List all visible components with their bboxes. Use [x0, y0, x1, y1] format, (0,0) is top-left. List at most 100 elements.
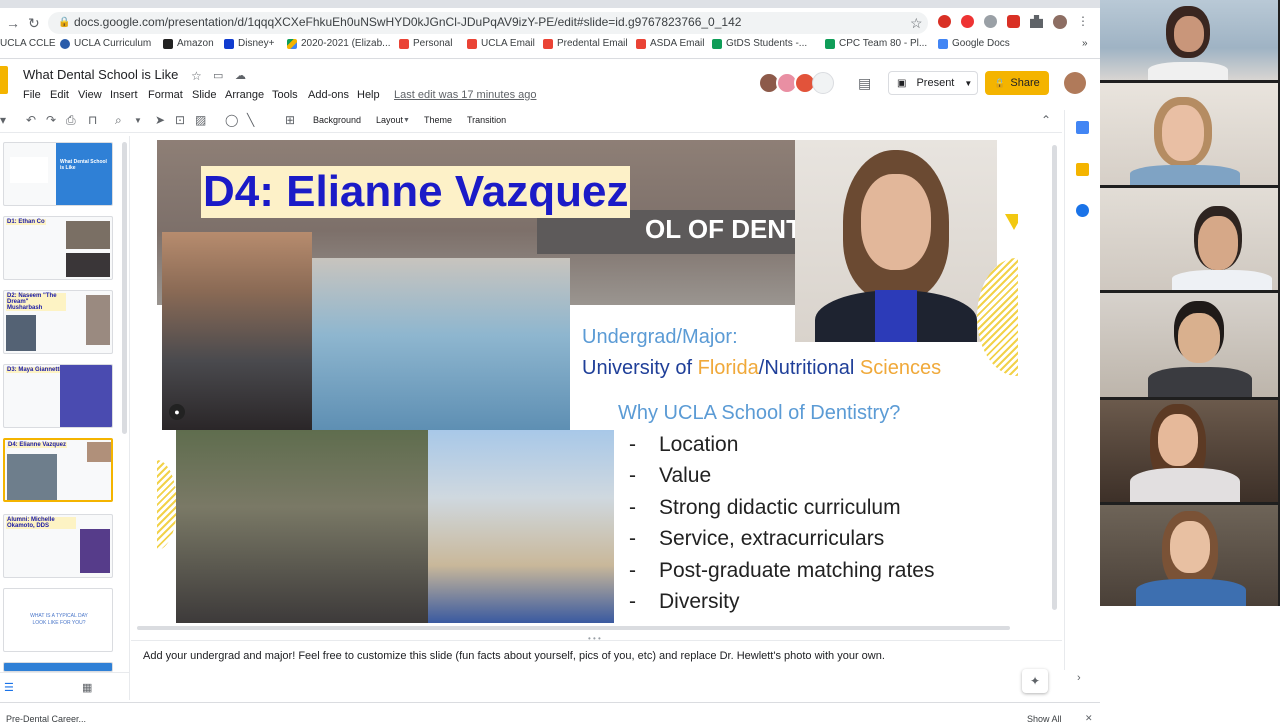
- opera-extension-icon[interactable]: [938, 15, 951, 28]
- share-button[interactable]: 🔒 Share: [985, 71, 1049, 95]
- notes-resize-handle[interactable]: • • •: [588, 634, 601, 643]
- bookmark-item[interactable]: UCLA Email: [467, 38, 535, 49]
- line-icon[interactable]: ╲: [247, 113, 254, 127]
- image-icon[interactable]: ▨: [195, 113, 206, 127]
- bookmark-item[interactable]: UCLA Curriculum: [60, 38, 151, 49]
- slide-thumbnail[interactable]: D2: Naseem "The Dream" Musharbash: [3, 290, 113, 354]
- theme-button[interactable]: Theme: [424, 115, 452, 125]
- slide[interactable]: OL OF DENTISTR D4: Elianne Vazquez ● Und…: [157, 140, 1018, 623]
- slide-thumbnail[interactable]: D1: Ethan Co: [3, 216, 113, 280]
- shape-icon[interactable]: ◯: [225, 113, 238, 127]
- bullet-item[interactable]: - Diversity: [629, 590, 740, 614]
- bullet-item[interactable]: - Strong didactic curriculum: [629, 496, 901, 520]
- background-button[interactable]: Background: [313, 115, 361, 125]
- kebab-menu-icon[interactable]: ⋮: [1077, 15, 1089, 29]
- slide-title[interactable]: D4: Elianne Vazquez: [201, 166, 631, 218]
- transition-button[interactable]: Transition: [467, 115, 506, 125]
- calendar-icon[interactable]: [1076, 121, 1089, 134]
- star-doc-icon[interactable]: ☆: [191, 68, 202, 84]
- document-title[interactable]: What Dental School is Like: [23, 67, 178, 82]
- text-box-icon[interactable]: ⊡: [175, 113, 185, 127]
- menu-format[interactable]: Format: [148, 89, 183, 101]
- new-slide-chevron-icon[interactable]: ▾: [0, 113, 6, 127]
- account-avatar[interactable]: [1064, 72, 1086, 94]
- bookmark-item[interactable]: ASDA Email: [636, 38, 704, 49]
- bookmark-item[interactable]: Disney+: [224, 38, 274, 49]
- slide-thumbnail-selected[interactable]: D4: Elianne Vazquez: [3, 438, 113, 502]
- bookmark-item[interactable]: Personal: [399, 38, 452, 49]
- participant-video-tile[interactable]: [1100, 293, 1278, 397]
- expand-panel-icon[interactable]: ›: [1077, 672, 1081, 684]
- gear-extension-icon[interactable]: [984, 15, 997, 28]
- menu-tools[interactable]: Tools: [272, 89, 298, 101]
- star-icon[interactable]: ☆: [910, 15, 923, 31]
- why-ucla-label[interactable]: Why UCLA School of Dentistry?: [618, 402, 900, 425]
- tasks-icon[interactable]: [1076, 204, 1089, 217]
- puzzle-icon[interactable]: [1030, 15, 1043, 28]
- bullet-item[interactable]: - Post-graduate matching rates: [629, 559, 934, 583]
- comments-icon[interactable]: ▤: [858, 75, 871, 91]
- bullet-item[interactable]: - Service, extracurriculars: [629, 527, 884, 551]
- chevron-down-icon[interactable]: ▼: [964, 79, 972, 88]
- school-line[interactable]: University of Florida/Nutritional Scienc…: [582, 357, 941, 380]
- slide-thumbnail[interactable]: WHAT IS A TYPICAL DAY LOOK LIKE FOR YOU?: [3, 588, 113, 652]
- bullet-item[interactable]: - Value: [629, 464, 711, 488]
- bookmark-item[interactable]: Google Docs: [938, 38, 1010, 49]
- undergrad-label[interactable]: Undergrad/Major:: [582, 326, 738, 349]
- redo-icon[interactable]: ↷: [46, 113, 56, 127]
- layout-button[interactable]: Layout: [376, 115, 403, 125]
- bookmark-item[interactable]: UCLA CCLE: [0, 38, 56, 49]
- slide-thumbnail[interactable]: D3: Maya Giannetti: [3, 364, 113, 428]
- participant-video-tile[interactable]: [1100, 0, 1278, 80]
- menu-slide[interactable]: Slide: [192, 89, 216, 101]
- move-folder-icon[interactable]: ▭: [213, 68, 223, 84]
- bookmark-item[interactable]: GtDS Students -...: [712, 38, 807, 49]
- extension-icons[interactable]: ⋮: [938, 15, 1089, 29]
- menu-insert[interactable]: Insert: [110, 89, 138, 101]
- profile-avatar-icon[interactable]: [1053, 15, 1067, 29]
- forward-icon[interactable]: →: [6, 15, 20, 31]
- undo-icon[interactable]: ↶: [26, 113, 36, 127]
- paint-format-icon[interactable]: ⊓: [88, 113, 97, 127]
- filmstrip-view-icon[interactable]: ☰: [4, 681, 14, 694]
- chevron-down-icon[interactable]: ▼: [403, 117, 410, 124]
- participant-video-tile[interactable]: [1100, 83, 1278, 185]
- bookmark-item[interactable]: Amazon: [163, 38, 214, 49]
- adblock-icon[interactable]: [961, 15, 974, 28]
- slide-thumbnail[interactable]: Alumni: Michelle Okamoto, DDS: [3, 514, 113, 578]
- bookmark-item[interactable]: CPC Team 80 - Pl...: [825, 38, 927, 49]
- zoom-icon[interactable]: ⌕: [115, 113, 122, 128]
- present-button[interactable]: ▣ Present ▼: [888, 71, 978, 95]
- show-all-button[interactable]: Show All: [1027, 714, 1062, 724]
- download-item-label[interactable]: Pre-Dental Career...: [6, 714, 86, 724]
- slide-thumbnail[interactable]: What Dental School is Like: [3, 142, 113, 206]
- youtube-extension-icon[interactable]: [1007, 15, 1020, 28]
- explore-button[interactable]: ✦: [1022, 669, 1048, 693]
- collaborator-avatars[interactable]: [758, 72, 834, 94]
- chevron-down-icon[interactable]: ▼: [134, 116, 142, 125]
- url-text[interactable]: docs.google.com/presentation/d/1qqqXCXeF…: [74, 15, 741, 29]
- speaker-notes-panel[interactable]: [131, 640, 1062, 700]
- canvas-hscrollbar[interactable]: [137, 626, 1010, 630]
- participant-video-tile[interactable]: [1100, 400, 1278, 502]
- menu-file[interactable]: File: [23, 89, 41, 101]
- comment-add-icon[interactable]: ⊞: [285, 113, 295, 127]
- participant-video-tile[interactable]: [1100, 505, 1278, 606]
- bullet-item[interactable]: - Location: [629, 433, 738, 457]
- speaker-notes-text[interactable]: Add your undergrad and major! Feel free …: [143, 650, 885, 662]
- bookmarks-overflow-button[interactable]: »: [1082, 38, 1088, 49]
- slide-thumbnail[interactable]: [3, 662, 113, 672]
- reload-icon[interactable]: ↻: [28, 15, 40, 31]
- menu-arrange[interactable]: Arrange: [225, 89, 264, 101]
- last-edit-link[interactable]: Last edit was 17 minutes ago: [394, 89, 536, 101]
- keep-icon[interactable]: [1076, 163, 1089, 176]
- grid-view-icon[interactable]: ▦: [82, 681, 92, 694]
- close-icon[interactable]: ✕: [1085, 713, 1093, 724]
- select-cursor-icon[interactable]: ➤: [155, 113, 165, 127]
- collapse-toolbar-icon[interactable]: ⌃: [1041, 113, 1051, 127]
- menu-addons[interactable]: Add-ons: [308, 89, 349, 101]
- print-icon[interactable]: ⎙: [66, 113, 76, 128]
- bookmark-item[interactable]: 2020-2021 (Elizab...: [287, 38, 391, 49]
- bookmark-item[interactable]: Predental Email: [543, 38, 628, 49]
- filmstrip-scrollbar[interactable]: [122, 142, 127, 434]
